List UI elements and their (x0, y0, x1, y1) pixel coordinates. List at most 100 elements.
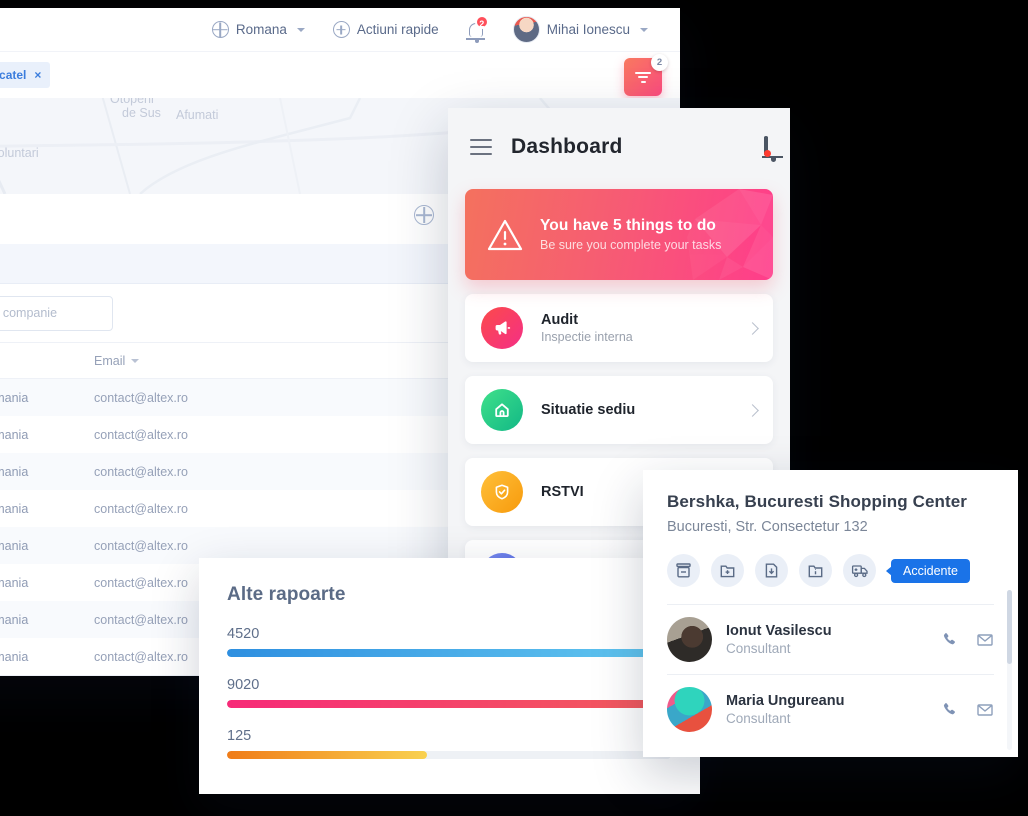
report-bar: 125 (199, 728, 700, 759)
chip-label: Alcatel (0, 68, 27, 82)
cell-name: Altex Romania (0, 427, 29, 442)
todo-alert-banner[interactable]: You have 5 things to do Be sure you comp… (465, 189, 773, 280)
contact-role: Consultant (726, 711, 791, 726)
phone-icon[interactable] (941, 701, 958, 718)
email-icon[interactable] (976, 631, 994, 649)
quick-actions-button[interactable]: Actiuni rapide (319, 8, 453, 52)
globe-icon (211, 21, 229, 38)
language-selector[interactable]: Romana (198, 8, 319, 52)
report-bar-value: 4520 (227, 626, 260, 642)
column-header-nume[interactable]: Nume (0, 354, 94, 368)
chevron-right-icon[interactable] (746, 403, 759, 417)
cell-email: contact@altex.ro (94, 464, 188, 479)
dashboard-card-audit[interactable]: Audit Inspectie interna (465, 294, 773, 362)
avatar (667, 687, 712, 732)
folder-plus-icon[interactable] (711, 554, 744, 587)
contact-actions (941, 631, 994, 649)
location-action-bar: Accidente (643, 535, 1018, 587)
cell-name: Altex Romania (0, 464, 29, 479)
todo-alert-subtext: Be sure you complete your tasks (540, 238, 722, 252)
contact-info: Ionut Vasilescu Consultant (726, 623, 832, 656)
filter-chip-bar: × Alcatel × 2 (0, 52, 680, 98)
todo-alert-heading: You have 5 things to do (540, 217, 716, 234)
plus-circle-icon (332, 21, 350, 38)
location-name: Bershka, Bucuresti Shopping Center (667, 492, 968, 511)
language-label: Romana (235, 22, 287, 37)
report-bar-fill (227, 700, 671, 708)
map-label: Otopeni (110, 98, 154, 106)
contact-name: Maria Ungureanu (726, 693, 845, 709)
megaphone-icon (481, 307, 523, 349)
reports-title: Alte rapoarte (227, 584, 346, 605)
chip-close-icon[interactable]: × (34, 68, 41, 82)
home-icon (481, 389, 523, 431)
dashboard-card-text: Situatie sediu (541, 402, 635, 418)
map-label: Afumati (176, 108, 219, 122)
report-bar-fill (227, 751, 427, 759)
mobile-header: Dashboard (448, 108, 790, 186)
shield-check-icon (481, 471, 523, 513)
contact-role: Consultant (726, 641, 791, 656)
contact-row[interactable]: Ionut Vasilescu Consultant (643, 605, 1018, 674)
search-input[interactable] (0, 295, 113, 331)
globe-icon[interactable] (414, 205, 434, 225)
scrollbar-thumb[interactable] (1007, 590, 1012, 664)
mobile-notifications-button[interactable] (764, 136, 771, 157)
avatar (512, 16, 540, 43)
cell-email: contact@altex.ro (94, 538, 188, 553)
report-bar: 9020 (199, 677, 700, 708)
hamburger-menu-icon[interactable] (470, 134, 492, 161)
report-bar-track (227, 649, 671, 657)
cell-name: Altex Romania (0, 575, 29, 590)
contact-actions (941, 701, 994, 719)
screenshot-stage: Romana Actiuni rapide 2 Mihai Ionescu × (0, 0, 1028, 816)
dashboard-card-title: Audit (541, 312, 579, 328)
cell-name: Altex Romania (0, 649, 29, 664)
archive-minus-icon[interactable] (667, 554, 700, 587)
file-download-icon[interactable] (755, 554, 788, 587)
map-label: de Sus (122, 106, 161, 120)
map-label: Voluntari (0, 146, 39, 160)
report-bar-track (227, 751, 671, 759)
ambulance-plus-icon[interactable] (843, 554, 876, 587)
location-address: Bucuresti, Str. Consectetur 132 (667, 519, 868, 535)
cell-email: contact@altex.ro (94, 427, 188, 442)
reports-panel: Alte rapoarte 4520 9020 125 (199, 558, 700, 794)
user-menu[interactable]: Mihai Ionescu (499, 8, 662, 52)
filter-chip-alcatel[interactable]: Alcatel × (0, 62, 51, 88)
folder-info-icon[interactable] (799, 554, 832, 587)
filter-icon (635, 69, 651, 85)
dashboard-card-title: RSTVI (541, 484, 584, 500)
dashboard-card-subtitle: Inspectie interna (541, 330, 633, 344)
dashboard-card-situatie-sediu[interactable]: Situatie sediu (465, 376, 773, 444)
cell-email: contact@altex.ro (94, 390, 188, 405)
reports-bars: 4520 9020 125 (199, 626, 700, 759)
dashboard-card-text: RSTVI (541, 484, 584, 500)
dashboard-card-title: Situatie sediu (541, 402, 636, 418)
cell-name: Altex Romania (0, 390, 29, 405)
contact-name: Ionut Vasilescu (726, 623, 832, 639)
status-badge[interactable]: Accidente (891, 558, 970, 583)
user-name-label: Mihai Ionescu (546, 22, 630, 37)
chevron-down-icon (640, 27, 648, 32)
chevron-down-icon (296, 27, 305, 32)
report-bar-value: 125 (227, 728, 252, 744)
contact-row[interactable]: Maria Ungureanu Consultant (643, 675, 1018, 744)
column-header-email[interactable]: Email (94, 354, 324, 368)
cell-name: Altex Romania (0, 538, 29, 553)
warning-triangle-icon (487, 219, 523, 251)
report-bar-track (227, 700, 671, 708)
todo-alert-text: You have 5 things to do Be sure you comp… (540, 217, 721, 252)
notifications-button[interactable]: 2 (453, 8, 499, 52)
filter-count-badge: 2 (651, 54, 668, 71)
notification-badge: 2 (474, 14, 489, 29)
chevron-right-icon[interactable] (746, 321, 759, 335)
location-detail-card: Bershka, Bucuresti Shopping Center Bucur… (643, 470, 1018, 757)
page-title: Dashboard (511, 135, 623, 158)
chip-input-area[interactable] (60, 58, 662, 92)
cell-name: Altex Romania (0, 501, 29, 516)
email-icon[interactable] (976, 701, 994, 719)
sort-arrow-icon (131, 359, 140, 364)
phone-icon[interactable] (941, 631, 958, 648)
report-bar: 4520 (199, 626, 700, 657)
